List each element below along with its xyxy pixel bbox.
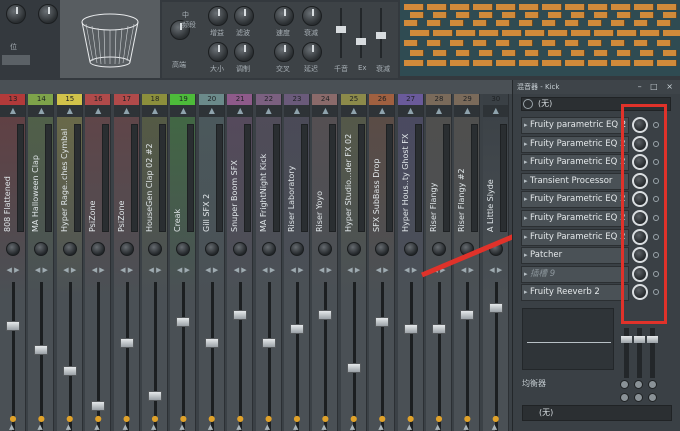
fl-studio-window: 位 中 频段 高端 增益 滤波 大小 调制 速度 衰减 交叉 延迟 千音 Ex …: [0, 0, 680, 431]
effect-slot-1[interactable]: ▸ Fruity parametric EQ 2: [521, 117, 629, 134]
slot-label: Fruity Parametric EQ 2: [530, 213, 626, 223]
eq-knob[interactable]: [634, 380, 643, 389]
slot-menu-arrow-icon[interactable]: ▸: [524, 155, 528, 170]
effect-slot-9[interactable]: ▸ 插槽 9: [521, 265, 629, 283]
slot-label: Patcher: [530, 250, 563, 261]
eq-knob[interactable]: [648, 393, 657, 402]
effect-slot-3[interactable]: ▸ Fruity Parametric EQ 2: [521, 154, 629, 172]
slot-label: Fruity Parametric EQ 2: [530, 194, 626, 205]
slot-label: Transient Processor: [530, 175, 613, 186]
eq-band-slider[interactable]: [621, 328, 632, 378]
slot-label: Fruity Reeverb 2: [530, 287, 600, 298]
highlight-box: [621, 104, 667, 324]
slot-menu-arrow-icon[interactable]: ▸: [524, 174, 528, 189]
effect-slot-7[interactable]: ▸ Fruity Parametric EQ 2: [521, 228, 629, 246]
effect-slot-8[interactable]: ▸ Patcher: [521, 247, 629, 265]
slot-menu-arrow-icon[interactable]: ▸: [524, 267, 528, 282]
effect-slot-5[interactable]: ▸ Fruity Parametric EQ 2: [521, 191, 629, 209]
eq-knob[interactable]: [634, 393, 643, 402]
eq-knob[interactable]: [620, 393, 629, 402]
slot-menu-arrow-icon[interactable]: ▸: [524, 192, 528, 207]
slot-label: Fruity Parametric EQ 2: [530, 138, 626, 149]
slot-label: Fruity Parametric EQ 2: [530, 231, 626, 242]
slot-menu-arrow-icon[interactable]: ▸: [524, 248, 528, 263]
bottom-preset-selector[interactable]: (无): [522, 405, 672, 421]
effect-slot-6[interactable]: ▸ Fruity Parametric EQ 2: [521, 210, 629, 227]
slot-menu-arrow-icon[interactable]: ▸: [524, 118, 528, 133]
effect-slot-2[interactable]: ▸ Fruity Parametric EQ 2: [521, 135, 629, 153]
effect-slot-4[interactable]: ▸ Transient Processor: [521, 172, 629, 190]
slot-label: 插槽 9: [530, 268, 556, 279]
eq-graph[interactable]: [522, 308, 614, 370]
eq-knob[interactable]: [620, 380, 629, 389]
eq-band-slider[interactable]: [647, 328, 658, 378]
eq-band-slider[interactable]: [634, 328, 645, 378]
slot-menu-arrow-icon[interactable]: ▸: [524, 137, 528, 152]
slot-menu-arrow-icon[interactable]: ▸: [524, 211, 528, 226]
slot-menu-arrow-icon[interactable]: ▸: [524, 285, 528, 300]
bottom-preset-label: (无): [539, 408, 554, 417]
eq-label: 均衡器: [522, 379, 546, 388]
preset-icon: [523, 99, 533, 109]
effect-slot-10[interactable]: ▸ Fruity Reeverb 2: [521, 284, 629, 302]
slot-label: Fruity Parametric EQ 2: [530, 157, 626, 168]
slot-label: Fruity parametric EQ 2: [530, 120, 627, 130]
slot-menu-arrow-icon[interactable]: ▸: [524, 230, 528, 245]
eq-knob[interactable]: [648, 380, 657, 389]
window-controls[interactable]: – □ ×: [638, 80, 676, 94]
